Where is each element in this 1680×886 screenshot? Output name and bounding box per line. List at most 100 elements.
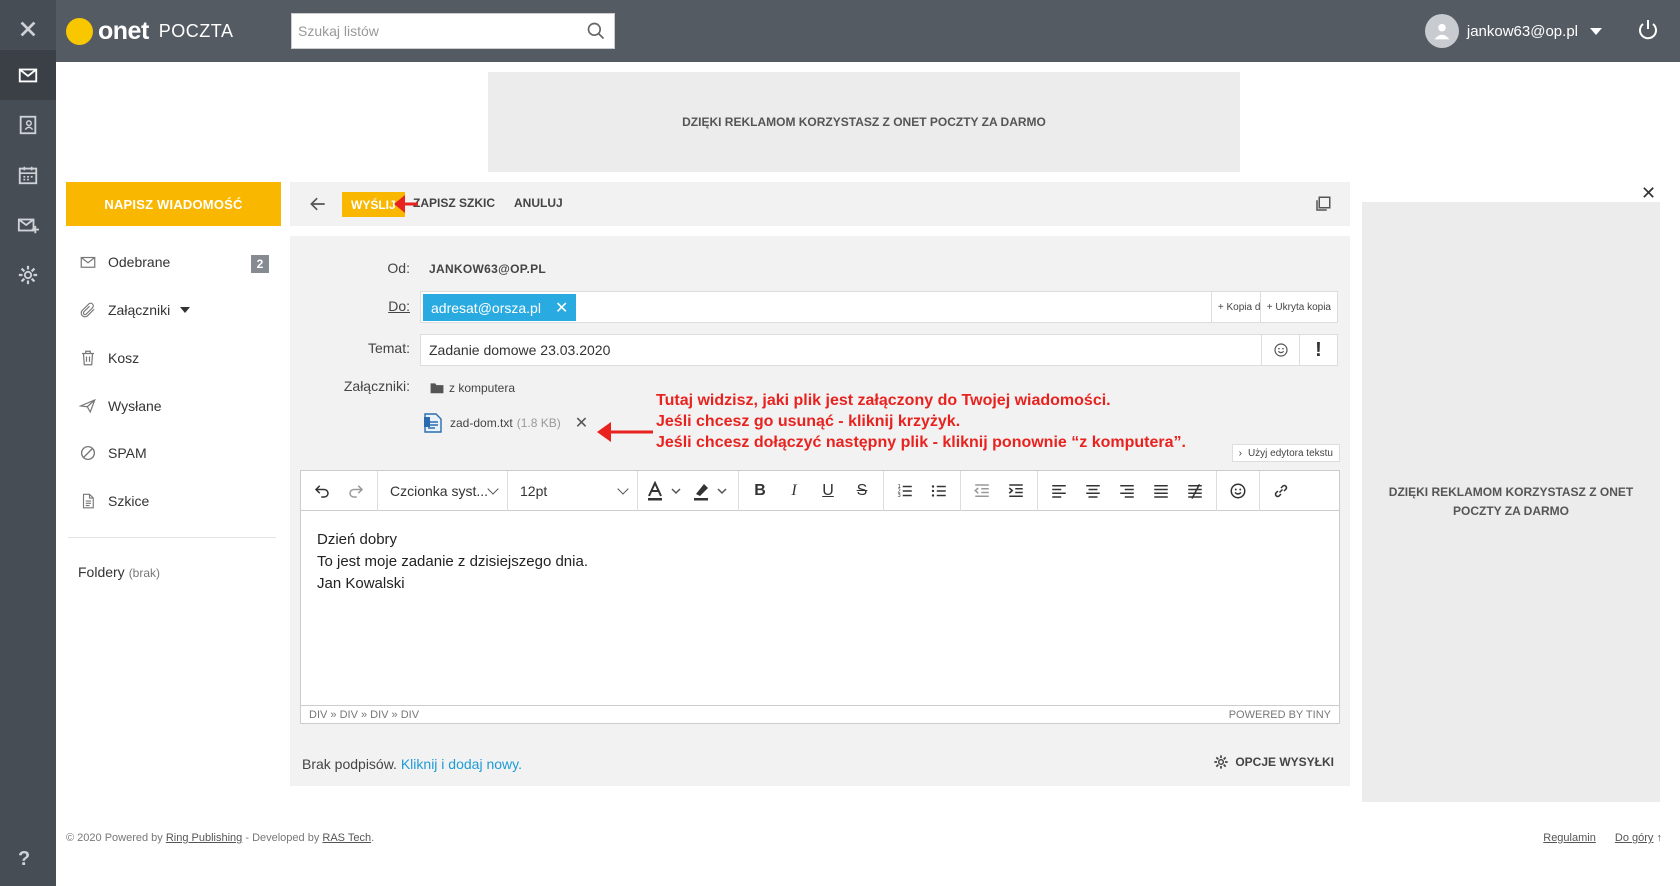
align-center-icon[interactable]: [1076, 475, 1110, 507]
emoji-icon[interactable]: [1261, 335, 1299, 365]
remove-attachment-icon[interactable]: ✕: [575, 413, 588, 433]
new-mail-icon[interactable]: [0, 200, 56, 250]
highlight-color-icon[interactable]: [688, 475, 734, 507]
bullet-list-icon[interactable]: [922, 475, 956, 507]
annotation-text: Tutaj widzisz, jaki plik jest załączony …: [656, 390, 1186, 453]
numbered-list-icon[interactable]: 123: [888, 475, 922, 507]
subject-field-wrapper: !: [420, 334, 1338, 366]
sidebar-item-inbox[interactable]: Odebrane: [78, 250, 170, 274]
ras-tech-link[interactable]: RAS Tech: [322, 832, 371, 844]
settings-icon[interactable]: [0, 250, 56, 300]
clear-formatting-icon[interactable]: [1178, 475, 1212, 507]
save-draft-button[interactable]: ZAPISZ SZKIC: [413, 196, 495, 210]
unread-badge: 2: [251, 255, 269, 273]
align-justify-icon[interactable]: [1144, 475, 1178, 507]
send-options-button[interactable]: OPCJE WYSYŁKI: [1213, 754, 1334, 770]
sidebar-item-sent[interactable]: Wysłane: [78, 394, 162, 418]
emoji-icon[interactable]: [1221, 475, 1255, 507]
recipient-chip[interactable]: adresat@orsza.pl ✕: [423, 294, 577, 321]
from-computer-label: z komputera: [449, 381, 516, 395]
onet-logo[interactable]: onet POCZTA: [66, 16, 233, 46]
outdent-icon[interactable]: [965, 475, 999, 507]
calendar-icon[interactable]: [0, 150, 56, 200]
svg-text:3: 3: [898, 493, 901, 499]
user-menu[interactable]: jankow63@op.pl: [1424, 14, 1602, 48]
close-icon[interactable]: [0, 4, 56, 54]
sidebar-item-trash[interactable]: Kosz: [78, 346, 139, 370]
to-field[interactable]: adresat@orsza.pl ✕ + Kopia do + Ukryta k…: [420, 291, 1338, 323]
history-group: [301, 470, 378, 511]
text-file-icon: [424, 413, 442, 433]
signature-text: Brak podpisów.: [302, 756, 397, 772]
mail-icon[interactable]: [0, 50, 56, 100]
top-bar: onet POCZTA jankow63@op.pl: [56, 0, 1680, 62]
caret-down-icon[interactable]: [180, 307, 191, 313]
align-right-icon[interactable]: [1110, 475, 1144, 507]
search-input[interactable]: [292, 14, 578, 48]
add-signature-link[interactable]: Kliknij i dodaj nowy.: [401, 756, 522, 772]
folders-note: (brak): [128, 566, 161, 580]
indent-icon[interactable]: [999, 475, 1033, 507]
logout-icon[interactable]: [1636, 18, 1660, 42]
attachment-size: (1.8 KB): [516, 416, 561, 430]
indent-group: [961, 470, 1038, 511]
powered-by[interactable]: POWERED BY TINY: [1229, 709, 1331, 721]
from-label: Od:: [387, 260, 410, 276]
footer-period: .: [371, 832, 375, 844]
to-label-link[interactable]: Do:: [290, 298, 410, 314]
plain-editor-label: Użyj edytora tekstu: [1247, 447, 1333, 459]
gear-icon: [1214, 755, 1228, 769]
annotation-line: Tutaj widzisz, jaki plik jest załączony …: [656, 392, 1111, 409]
strikethrough-icon[interactable]: S: [845, 475, 879, 507]
ring-publishing-link[interactable]: Ring Publishing: [166, 832, 242, 844]
send-options-label: OPCJE WYSYŁKI: [1235, 755, 1334, 769]
top-ad-banner: DZIĘKI REKLAMOM KORZYSTASZ Z ONET POCZTY…: [488, 72, 1240, 172]
popout-icon[interactable]: [1314, 195, 1332, 213]
help-icon[interactable]: ?: [18, 848, 30, 871]
align-left-icon[interactable]: [1042, 475, 1076, 507]
sidebar-item-drafts[interactable]: Szkice: [78, 489, 149, 513]
underline-icon[interactable]: U: [811, 475, 845, 507]
back-to-top-link[interactable]: Do góry: [1615, 832, 1654, 844]
cancel-button[interactable]: ANULUJ: [514, 196, 563, 210]
redo-icon[interactable]: [339, 475, 373, 507]
italic-icon[interactable]: I: [777, 475, 811, 507]
subject-label: Temat:: [367, 340, 410, 356]
sidebar-item-attachments[interactable]: Załączniki: [78, 298, 191, 322]
contacts-icon[interactable]: [0, 100, 56, 150]
attachment-item: zad-dom.txt (1.8 KB) ✕: [424, 411, 588, 435]
top-ad-text: DZIĘKI REKLAMOM KORZYSTASZ Z ONET POCZTY…: [682, 115, 1046, 129]
red-arrow-icon: [597, 422, 653, 442]
link-icon[interactable]: [1264, 475, 1298, 507]
bold-icon[interactable]: B: [743, 475, 777, 507]
compose-button[interactable]: NAPISZ WIADOMOŚĆ: [66, 182, 281, 226]
right-ad-banner: DZIĘKI REKLAMOM KORZYSTASZ Z ONET POCZTY…: [1362, 202, 1660, 802]
terms-link[interactable]: Regulamin: [1543, 832, 1596, 844]
folders-section[interactable]: Foldery (brak): [78, 564, 160, 580]
editor-body[interactable]: Dzień dobry To jest moje zadanie z dzisi…: [317, 529, 588, 595]
rich-text-editor: Czcionka syst... 12pt B I U S 123 Dzień …: [300, 470, 1340, 724]
close-ad-icon[interactable]: ✕: [1641, 183, 1656, 204]
text-color-icon[interactable]: [642, 475, 688, 507]
font-size-select[interactable]: 12pt: [508, 470, 638, 511]
scrollbar[interactable]: [1672, 62, 1680, 886]
font-family-select[interactable]: Czcionka syst...: [378, 470, 508, 511]
subject-input[interactable]: [421, 335, 1261, 365]
element-path: DIV » DIV » DIV » DIV: [309, 708, 420, 721]
plain-text-editor-button[interactable]: › Użyj edytora tekstu: [1231, 444, 1340, 462]
search-icon[interactable]: [578, 13, 614, 49]
trash-icon: [78, 348, 98, 368]
sidebar-item-spam[interactable]: SPAM: [78, 441, 147, 465]
undo-icon[interactable]: [305, 475, 339, 507]
format-group: B I U S: [739, 470, 884, 511]
from-value: JANKOW63@OP.PL: [429, 262, 547, 276]
bcc-button[interactable]: + Ukryta kopia: [1259, 292, 1337, 322]
color-group: [638, 470, 739, 511]
priority-icon[interactable]: !: [1299, 335, 1337, 365]
attachment-name: zad-dom.txt: [450, 416, 513, 430]
from-computer-button[interactable]: z komputera: [430, 381, 515, 395]
back-arrow-icon[interactable]: [308, 194, 328, 214]
remove-recipient-icon[interactable]: ✕: [555, 298, 568, 318]
sidebar-item-label: SPAM: [108, 445, 147, 461]
folders-label: Foldery: [78, 564, 125, 580]
